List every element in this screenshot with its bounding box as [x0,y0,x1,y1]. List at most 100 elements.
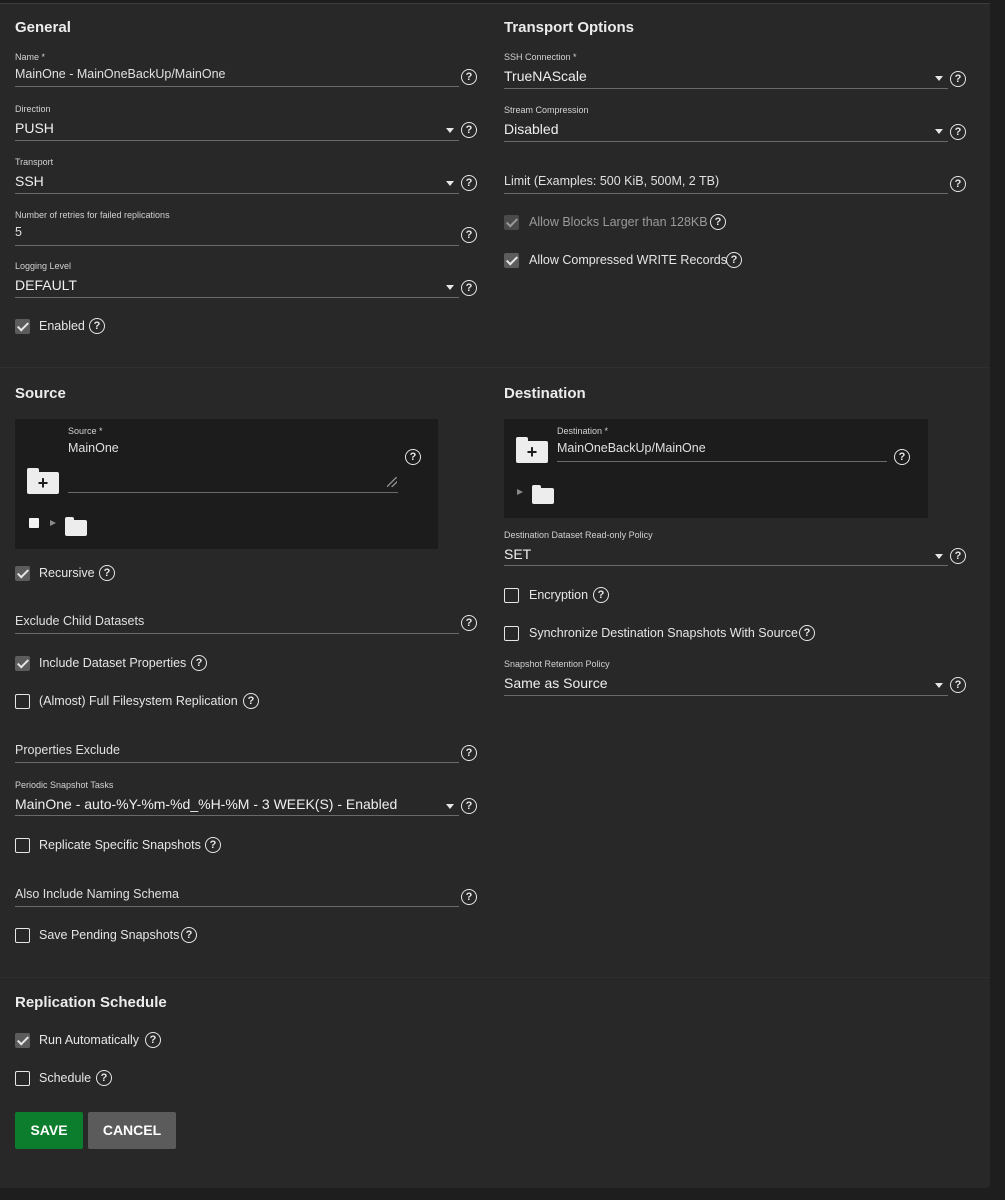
caret-down-icon[interactable] [446,285,454,290]
caret-down-icon[interactable] [446,128,454,133]
naming-schema-input[interactable]: Also Include Naming Schema [15,887,179,901]
retries-underline [15,245,459,246]
enabled-checkbox[interactable] [15,319,30,334]
save-pending-checkbox[interactable] [15,928,30,943]
source-input[interactable]: MainOne [68,441,119,455]
help-icon[interactable]: ? [593,587,609,603]
periodic-tasks-select[interactable]: MainOne - auto-%Y-%m-%d_%H-%M - 3 WEEK(S… [15,796,397,812]
schedule-checkbox[interactable] [15,1071,30,1086]
help-icon[interactable]: ? [461,175,477,191]
help-icon[interactable]: ? [405,449,421,465]
readonly-underline [504,565,948,566]
compressed-write-checkbox[interactable] [504,253,519,268]
help-icon[interactable]: ? [894,449,910,465]
readonly-policy-label: Destination Dataset Read-only Policy [504,530,653,540]
help-icon[interactable]: ? [461,69,477,85]
folder-icon[interactable] [532,485,554,504]
help-icon[interactable]: ? [950,677,966,693]
retries-input[interactable]: 5 [15,225,22,239]
expand-arrow-icon[interactable] [50,520,56,526]
periodic-tasks-label: Periodic Snapshot Tasks [15,780,114,790]
name-input[interactable]: MainOne - MainOneBackUp/MainOne [15,67,226,81]
direction-select[interactable]: PUSH [15,120,54,136]
help-icon[interactable]: ? [461,745,477,761]
run-automatically-label: Run Automatically [39,1033,140,1047]
logging-select[interactable]: DEFAULT [15,277,77,293]
ssh-underline [504,88,948,89]
help-icon[interactable]: ? [461,798,477,814]
help-icon[interactable]: ? [950,71,966,87]
caret-down-icon[interactable] [935,683,943,688]
full-filesystem-label: (Almost) Full Filesystem Replication [39,694,238,708]
transport-select[interactable]: SSH [15,173,44,189]
destination-input[interactable]: MainOneBackUp/MainOne [557,441,706,455]
tree-node-checkbox[interactable] [29,518,39,528]
help-icon[interactable]: ? [96,1070,112,1086]
help-icon[interactable]: ? [461,889,477,905]
recursive-label: Recursive [39,566,95,580]
help-icon[interactable]: ? [205,837,221,853]
help-icon[interactable]: ? [726,252,742,268]
help-icon[interactable]: ? [950,548,966,564]
encryption-checkbox[interactable] [504,588,519,603]
destination-heading: Destination [504,385,586,402]
caret-down-icon[interactable] [935,129,943,134]
transport-underline [15,193,459,194]
destination-underline [557,461,887,462]
caret-down-icon[interactable] [935,554,943,559]
help-icon[interactable]: ? [191,655,207,671]
help-icon[interactable]: ? [181,927,197,943]
folder-plus-icon[interactable]: + [27,468,59,494]
include-properties-checkbox[interactable] [15,656,30,671]
large-blocks-checkbox[interactable] [504,215,519,230]
replication-form-card: General Name * MainOne - MainOneBackUp/M… [0,3,990,1188]
help-icon[interactable]: ? [461,615,477,631]
logging-underline [15,297,459,298]
compression-select[interactable]: Disabled [504,121,558,137]
properties-exclude-input[interactable]: Properties Exclude [15,743,120,757]
source-underline [68,492,398,493]
help-icon[interactable]: ? [89,318,105,334]
full-filesystem-checkbox[interactable] [15,694,30,709]
replicate-specific-checkbox[interactable] [15,838,30,853]
help-icon[interactable]: ? [99,565,115,581]
section-divider [0,977,990,978]
retries-label: Number of retries for failed replication… [15,210,170,220]
ssh-connection-label: SSH Connection * [504,52,577,62]
resize-handle-icon[interactable] [387,477,397,487]
expand-arrow-icon[interactable] [517,489,523,495]
ssh-connection-select[interactable]: TrueNAScale [504,68,587,84]
help-icon[interactable]: ? [950,176,966,192]
recursive-checkbox[interactable] [15,566,30,581]
large-blocks-label: Allow Blocks Larger than 128KB [529,215,708,229]
run-automatically-checkbox[interactable] [15,1033,30,1048]
limit-input[interactable]: Limit (Examples: 500 KiB, 500M, 2 TB) [504,174,719,188]
help-icon[interactable]: ? [461,227,477,243]
help-icon[interactable]: ? [950,124,966,140]
caret-down-icon[interactable] [446,181,454,186]
caret-down-icon[interactable] [446,804,454,809]
general-heading: General [15,19,71,36]
compression-label: Stream Compression [504,105,589,115]
name-underline [15,86,459,87]
help-icon[interactable]: ? [145,1032,161,1048]
cancel-button[interactable]: CANCEL [88,1112,176,1149]
folder-plus-icon[interactable]: + [516,437,548,463]
encryption-label: Encryption [529,588,589,602]
retention-policy-select[interactable]: Same as Source [504,675,608,691]
help-icon[interactable]: ? [799,625,815,641]
readonly-policy-select[interactable]: SET [504,546,531,562]
folder-icon[interactable] [65,517,87,536]
destination-label: Destination * [557,426,609,436]
limit-underline [504,193,948,194]
caret-down-icon[interactable] [935,76,943,81]
schedule-label: Schedule [39,1071,92,1085]
save-button[interactable]: SAVE [15,1112,83,1149]
exclude-child-datasets-input[interactable]: Exclude Child Datasets [15,614,144,628]
sync-snapshots-checkbox[interactable] [504,626,519,641]
help-icon[interactable]: ? [461,280,477,296]
help-icon[interactable]: ? [710,214,726,230]
help-icon[interactable]: ? [461,122,477,138]
help-icon[interactable]: ? [243,693,259,709]
periodic-underline [15,815,459,816]
